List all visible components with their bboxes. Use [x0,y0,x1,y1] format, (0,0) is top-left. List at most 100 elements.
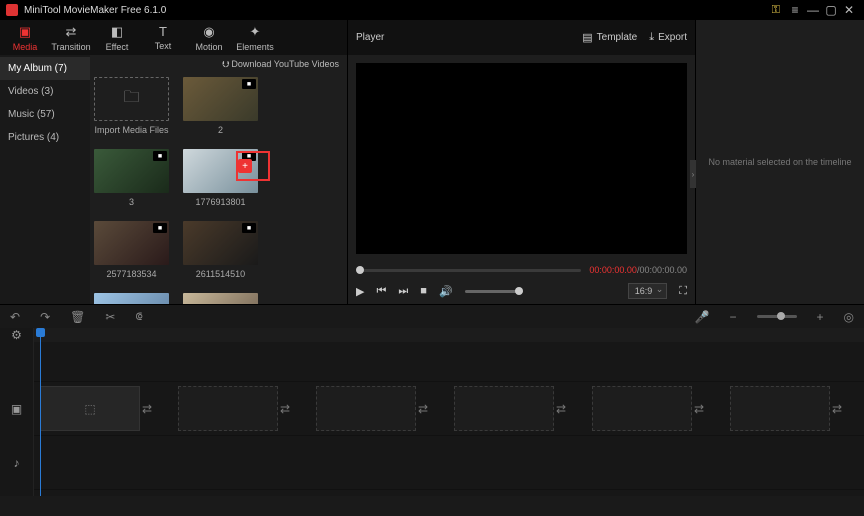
timeline-slot[interactable]: ⇄ [316,386,416,431]
license-key-icon[interactable]: ⚿ [772,4,780,17]
tab-text[interactable]: T Text [140,20,186,55]
tab-motion[interactable]: ◉ Motion [186,20,232,55]
time-total: 00:00:00.00 [639,265,687,275]
timeline-slot[interactable]: ⇄ [592,386,692,431]
next-frame-button[interactable]: ⏭ [398,285,408,298]
delete-button[interactable]: 🗑 [70,310,85,324]
add-to-timeline-button[interactable]: + [238,159,252,173]
transition-swap-button[interactable]: ⇄ [280,402,290,416]
media-item[interactable]: ■ 1776913801 [183,149,258,207]
minimize-button[interactable]: — [804,3,822,17]
sidebar-item-my-album[interactable]: My Album (7) [0,57,90,80]
transition-swap-button[interactable]: ⇄ [832,402,842,416]
split-button[interactable]: ✂ [105,310,115,324]
template-label: Template [597,32,638,43]
menu-icon[interactable]: ≡ [786,3,804,17]
sidebar-item-pictures[interactable]: Pictures (4) [0,126,90,149]
undo-button[interactable]: ↶ [10,310,20,324]
video-badge-icon: ■ [242,223,256,233]
media-grid: 🗀 Import Media Files ■ 2 ■ 3 ■ 177691380… [90,73,347,304]
titlebar: MiniTool MovieMaker Free 6.1.0 ⚿ ≡ — ▢ ✕ [0,0,864,20]
main-toolbar: ▣ Media ⇄ Transition ◧ Effect T Text ◉ M… [0,20,347,55]
text-track[interactable] [34,342,864,382]
video-badge-icon: ■ [242,79,256,89]
track-head-audio[interactable]: ♪ [0,436,33,490]
stop-button[interactable]: ■ [420,285,427,297]
transition-swap-button[interactable]: ⇄ [694,402,704,416]
effect-icon: ◧ [111,24,123,40]
playhead[interactable] [40,328,41,496]
preview-area [348,55,695,262]
aspect-ratio-select[interactable]: 16:9 [628,283,668,299]
tab-effect[interactable]: ◧ Effect [94,20,140,55]
media-item-label: 2 [218,125,223,135]
timeline-slot[interactable]: ⇄ [178,386,278,431]
media-item[interactable] [94,293,169,304]
tab-media[interactable]: ▣ Media [2,20,48,55]
tab-label: Media [13,42,38,52]
time-current: 00:00:00.00 [589,265,637,275]
seek-handle-icon[interactable] [356,266,364,274]
track-head-settings[interactable]: ⚙ [0,328,33,342]
tab-transition[interactable]: ⇄ Transition [48,20,94,55]
redo-button[interactable]: ↷ [40,310,50,324]
folder-icon: 🗀 [123,86,139,113]
timeline-slot[interactable]: ⬚⇄ [40,386,140,431]
media-item[interactable]: ■ 2611514510 [183,221,258,279]
media-item[interactable]: ■ 3 [94,149,169,207]
media-item[interactable]: ■ 2 [183,77,258,135]
close-button[interactable]: ✕ [840,3,858,17]
media-item-label: 1776913801 [195,197,245,207]
tab-label: Elements [236,42,274,52]
media-icon: ▣ [19,24,31,40]
audio-track[interactable] [34,436,864,490]
track-head-text[interactable] [0,342,33,382]
media-item[interactable]: ■ 2577183534 [94,221,169,279]
export-button[interactable]: ⤓ Export [649,31,687,44]
transition-swap-button[interactable]: ⇄ [418,402,428,416]
volume-slider[interactable] [465,290,523,293]
player-pane: Player ▤ Template ⤓ Export 00:00:00.00 /… [348,20,696,304]
collapse-inspector-button[interactable]: › [690,160,696,188]
timeline-ruler[interactable] [34,328,864,342]
crop-button[interactable]: ⟃ [135,309,142,324]
prev-frame-button[interactable]: ⏮ [376,285,386,298]
tab-elements[interactable]: ✦ Elements [232,20,278,55]
volume-icon[interactable]: 🔊 [439,285,453,298]
import-label: Import Media Files [94,125,168,135]
zoom-out-button[interactable]: − [729,310,736,324]
template-button[interactable]: ▤ Template [582,31,637,44]
tab-label: Motion [195,42,222,52]
fullscreen-button[interactable]: ⛶ [679,285,687,298]
download-youtube-link[interactable]: ⮋ Download YouTube Videos [222,59,339,70]
timeline-slot[interactable]: ⇄ [454,386,554,431]
volume-handle-icon[interactable] [515,287,523,295]
preview-canvas[interactable] [356,63,687,254]
seek-slider[interactable] [356,269,581,272]
maximize-button[interactable]: ▢ [822,3,840,17]
text-icon: T [159,24,167,39]
track-head-video[interactable]: ▣ [0,382,33,436]
video-track[interactable]: ⬚⇄⇄⇄⇄⇄⇄⇄ [34,382,864,436]
zoom-in-button[interactable]: + [817,310,824,324]
sidebar-item-music[interactable]: Music (57) [0,103,90,126]
timeline-slot[interactable]: ⇄ [730,386,830,431]
play-button[interactable]: ▶ [356,285,364,298]
transition-swap-button[interactable]: ⇄ [556,402,566,416]
import-media-button[interactable]: 🗀 Import Media Files [94,77,169,135]
tab-label: Text [155,41,172,51]
media-sidebar: My Album (7) Videos (3) Music (57) Pictu… [0,55,90,304]
slot-placeholder-icon: ⬚ [41,387,139,430]
media-item[interactable] [183,293,258,304]
export-label: Export [658,32,687,43]
zoom-fit-button[interactable]: ◎ [844,310,854,324]
transition-swap-button[interactable]: ⇄ [142,402,152,416]
video-badge-icon: ■ [153,223,167,233]
zoom-slider[interactable] [757,315,797,318]
sidebar-item-videos[interactable]: Videos (3) [0,80,90,103]
media-item-label: 3 [129,197,134,207]
template-icon: ▤ [582,31,592,44]
zoom-handle-icon[interactable] [777,312,785,320]
player-header: Player ▤ Template ⤓ Export [348,20,695,55]
mute-track-button[interactable]: 🎤 [695,310,710,324]
